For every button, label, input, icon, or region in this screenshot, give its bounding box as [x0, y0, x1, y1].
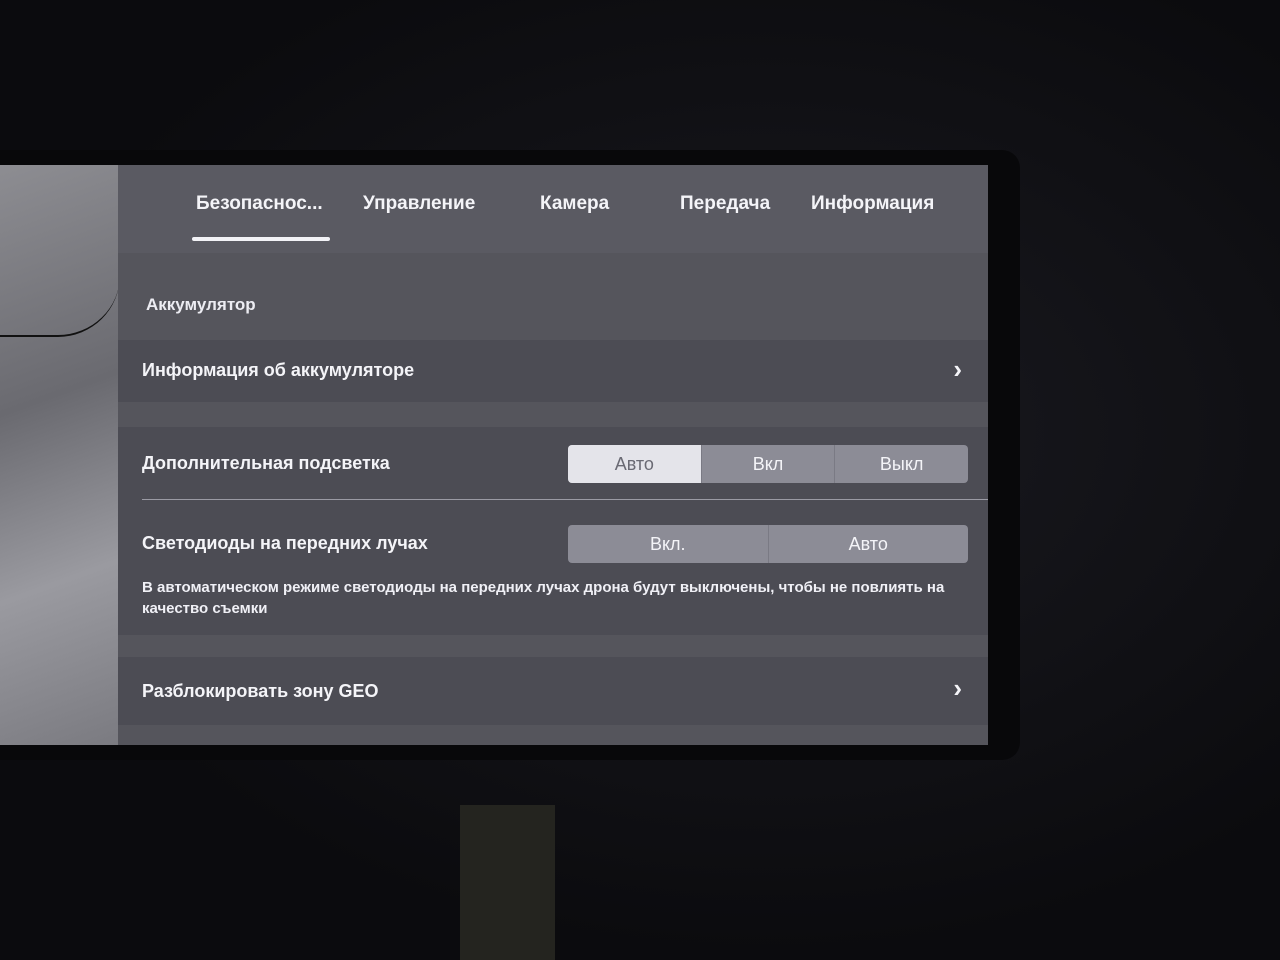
tab-camera[interactable]: Камера — [540, 193, 609, 215]
aux-light-option-auto[interactable]: Авто — [568, 445, 701, 483]
device-stand — [460, 805, 555, 960]
tab-control[interactable]: Управление — [363, 193, 475, 215]
front-leds-description: В автоматическом режиме светодиоды на пе… — [142, 579, 945, 617]
aux-light-segmented-control: Авто Вкл Выкл — [568, 445, 968, 483]
chevron-right-icon: › — [953, 673, 962, 703]
cable-shape — [0, 275, 120, 337]
lights-group: Дополнительная подсветка Авто Вкл Выкл С… — [118, 427, 988, 635]
front-leds-segmented-control: Вкл. Авто — [568, 525, 968, 563]
chevron-right-icon: › — [953, 354, 962, 384]
front-leds-option-on[interactable]: Вкл. — [568, 525, 768, 563]
tab-information[interactable]: Информация — [811, 193, 934, 215]
front-leds-label: Светодиоды на передних лучах — [142, 533, 428, 553]
front-leds-option-auto[interactable]: Авто — [767, 525, 969, 563]
tab-bar: Безопаснос... Управление Камера Передача… — [118, 165, 988, 253]
section-battery-label: Аккумулятор — [146, 295, 256, 314]
aux-light-label: Дополнительная подсветка — [142, 453, 390, 473]
aux-light-option-on[interactable]: Вкл — [700, 445, 835, 483]
screen: Безопаснос... Управление Камера Передача… — [0, 165, 988, 745]
active-tab-indicator — [192, 237, 330, 241]
divider — [142, 499, 988, 500]
geo-unlock-label: Разблокировать зону GEO — [142, 681, 379, 701]
battery-info-row[interactable]: Информация об аккумуляторе › — [118, 340, 988, 402]
battery-info-label: Информация об аккумуляторе — [142, 360, 415, 380]
aux-light-option-off[interactable]: Выкл — [834, 445, 968, 483]
tab-transmission[interactable]: Передача — [680, 193, 770, 215]
tab-safety[interactable]: Безопаснос... — [196, 193, 323, 215]
geo-unlock-row[interactable]: Разблокировать зону GEO › — [118, 657, 988, 725]
camera-preview[interactable] — [0, 165, 128, 745]
settings-panel: Безопаснос... Управление Камера Передача… — [118, 165, 988, 745]
